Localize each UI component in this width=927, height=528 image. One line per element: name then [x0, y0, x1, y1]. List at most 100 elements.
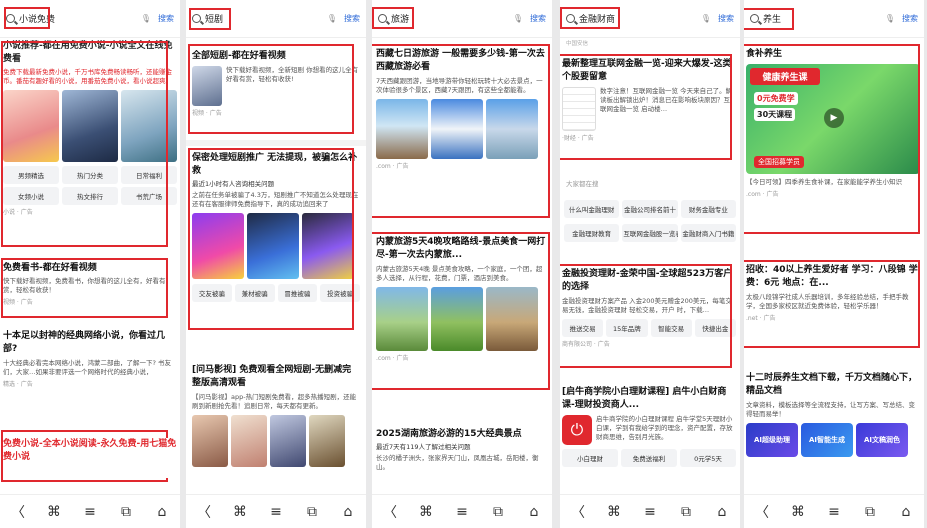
play-icon[interactable]: ▶: [824, 108, 844, 128]
result-title[interactable]: 2025湖南旅游必游的15大经典景点: [376, 428, 546, 441]
quick-link[interactable]: 书荒广场: [121, 187, 177, 205]
poster-image[interactable]: [231, 415, 267, 467]
result-card[interactable]: 免费看书-都在好看视频 快下载好看视频，免费看书，你想看的这儿全有，好看有赏，轻…: [3, 262, 177, 316]
command-icon[interactable]: ⌘: [230, 504, 250, 520]
mic-icon[interactable]: 🎙: [141, 14, 151, 23]
back-icon[interactable]: 〈: [752, 502, 772, 522]
mic-icon[interactable]: 🎙: [885, 14, 895, 23]
command-icon[interactable]: ⌘: [604, 504, 624, 520]
quick-link[interactable]: 15年品牌: [606, 319, 648, 337]
result-card[interactable]: 2025湖南旅游必游的15大经典景点 最近7天有119人了解过相关问题 长沙的橘…: [376, 428, 546, 488]
quick-link[interactable]: 快捷出金: [694, 319, 736, 337]
tabs-icon[interactable]: ⧉: [676, 504, 696, 520]
home-icon[interactable]: ⌂: [896, 504, 916, 520]
command-icon[interactable]: ⌘: [416, 504, 436, 520]
result-card[interactable]: 免费小说-全本小说阅读-永久免费-用七猫免费小说: [3, 438, 177, 478]
poster-image[interactable]: [192, 415, 228, 467]
quick-link[interactable]: 冒推被骗: [277, 284, 318, 302]
result-title[interactable]: [启牛商学院小白理财课程] 启牛小白财商课-理财投资商人...: [562, 386, 736, 412]
result-title[interactable]: 十二时辰养生文档下载，千万文档随心下，精品文档: [746, 372, 920, 398]
result-card[interactable]: 十本足以封神的经典网络小说，你看过几部? 十大经典必看完本网络小说，鸿蒙二部曲，…: [3, 330, 177, 426]
result-card[interactable]: 金融投资理财-金荣中国-全球超523万客户的选择 金融投资理财方案产品 入金20…: [562, 268, 736, 364]
related-search[interactable]: 金融理财教育: [564, 224, 620, 242]
video-thumbnail[interactable]: [192, 66, 222, 106]
search-button[interactable]: 搜索: [158, 13, 174, 24]
search-input[interactable]: 短剧: [205, 12, 323, 25]
result-card[interactable]: [启牛商学院小白理财课程] 启牛小白财商课-理财投资商人... ⏻ 启牛商学院的…: [562, 386, 736, 488]
command-icon[interactable]: ⌘: [788, 504, 808, 520]
back-icon[interactable]: 〈: [380, 502, 400, 522]
search-bar[interactable]: 短剧 🎙 搜索: [186, 0, 366, 38]
related-search[interactable]: 金融公司排名前十: [622, 200, 678, 218]
quick-link[interactable]: 男频精选: [3, 166, 59, 184]
book-cover[interactable]: [62, 90, 118, 162]
promo-image[interactable]: [192, 213, 244, 279]
ai-feature-tile[interactable]: AI智能生成: [801, 423, 853, 457]
poster-image[interactable]: [309, 415, 345, 467]
tabs-icon[interactable]: ⧉: [488, 504, 508, 520]
scenery-image[interactable]: [486, 99, 538, 159]
power-logo-icon[interactable]: ⏻: [562, 415, 592, 445]
search-bar[interactable]: 养生 🎙 搜索: [744, 0, 924, 38]
quick-link[interactable]: 交友被骗: [192, 284, 232, 302]
result-title[interactable]: [问马影视] 免费观看全网短剧-无删减完整版高清观看: [192, 364, 360, 390]
search-input[interactable]: 旅游: [391, 12, 509, 25]
mic-icon[interactable]: 🎙: [701, 14, 711, 23]
result-card[interactable]: 全部短剧-都在好看视频 快下载好看视频，全新短剧 你想看的这儿全有好看有赏，轻松…: [192, 50, 360, 134]
result-title[interactable]: 免费小说-全本小说阅读-永久免费-用七猫免费小说: [3, 438, 177, 464]
ai-feature-tile[interactable]: AI超级助理: [746, 423, 798, 457]
book-cover[interactable]: [3, 90, 59, 162]
quick-link[interactable]: 投资被骗: [320, 284, 360, 302]
menu-icon[interactable]: ≡: [452, 504, 472, 520]
tabs-icon[interactable]: ⧉: [116, 504, 136, 520]
search-button[interactable]: 搜索: [718, 13, 734, 24]
search-input[interactable]: 养生: [763, 12, 881, 25]
menu-icon[interactable]: ≡: [80, 504, 100, 520]
command-icon[interactable]: ⌘: [44, 504, 64, 520]
search-bar[interactable]: 金融财商 🎙 搜索: [560, 0, 740, 38]
tabs-icon[interactable]: ⧉: [860, 504, 880, 520]
result-card[interactable]: [问马影视] 免费观看全网短剧-无删减完整版高清观看 【问马影视】app-热门短…: [192, 364, 360, 486]
search-button[interactable]: 搜索: [902, 13, 918, 24]
result-title[interactable]: 金融投资理财-金荣中国-全球超523万客户的选择: [562, 268, 736, 294]
home-icon[interactable]: ⌂: [524, 504, 544, 520]
result-title[interactable]: 食补养生: [746, 48, 920, 61]
quick-link[interactable]: 兼材被骗: [234, 284, 275, 302]
promo-video[interactable]: 健康养生课 0元免费学 30天课程 全国招募学员 ▶: [746, 64, 920, 174]
home-icon[interactable]: ⌂: [152, 504, 172, 520]
quick-link[interactable]: 智能交易: [650, 319, 692, 337]
home-icon[interactable]: ⌂: [712, 504, 732, 520]
search-button[interactable]: 搜索: [530, 13, 546, 24]
search-input[interactable]: 小说免费: [19, 12, 137, 25]
result-title[interactable]: 最新整理互联网金融一览-迎来大爆发-这类个股要留意: [562, 58, 736, 84]
result-title[interactable]: 保密处理短剧推广 无法提现，被骗怎么补救: [192, 152, 360, 178]
poster-image[interactable]: [270, 415, 306, 467]
result-title[interactable]: 全部短剧-都在好看视频: [192, 50, 360, 63]
related-search[interactable]: 什么叫金融理财: [564, 200, 620, 218]
related-search[interactable]: 互联网金融股一览表: [622, 224, 678, 242]
result-title[interactable]: 西藏七日游旅游 一般需要多少钱-第一次去西藏旅游必看: [376, 48, 546, 74]
result-title[interactable]: 免费看书-都在好看视频: [3, 262, 177, 275]
scenery-image[interactable]: [486, 287, 538, 351]
mic-icon[interactable]: 🎙: [327, 14, 337, 23]
tabs-icon[interactable]: ⧉: [302, 504, 322, 520]
result-card[interactable]: 十二时辰养生文档下载，千万文档随心下，精品文档 文章资料，模板选择等全流程支持，…: [746, 372, 920, 488]
quick-link[interactable]: 日常福利: [121, 166, 177, 184]
back-icon[interactable]: 〈: [568, 502, 588, 522]
mic-icon[interactable]: 🎙: [513, 14, 523, 23]
home-icon[interactable]: ⌂: [338, 504, 358, 520]
result-title[interactable]: 内蒙旅游5天4晚攻略路线-景点美食一网打尽-第一次去内蒙旅...: [376, 236, 546, 262]
quick-link[interactable]: 女频小说: [3, 187, 59, 205]
promo-image[interactable]: [302, 213, 354, 279]
quick-link[interactable]: 热文排行: [62, 187, 118, 205]
result-card[interactable]: 最新整理互联网金融一览-迎来大爆发-这类个股要留意 数字注意！互联网金融一览 今…: [562, 58, 736, 158]
back-icon[interactable]: 〈: [194, 502, 214, 522]
menu-icon[interactable]: ≡: [640, 504, 660, 520]
scenery-image[interactable]: [431, 287, 483, 351]
quick-link[interactable]: 0元学5天: [680, 449, 736, 467]
result-title[interactable]: 招收：40以上养生爱好者 学习：八段锦 学费：6元 地点：在...: [746, 264, 920, 290]
scenery-image[interactable]: [376, 287, 428, 351]
result-card[interactable]: 小说推荐-都在用免费小说-小说全文在线免费看 免费下载最新免费小说，千万书库免费…: [3, 40, 177, 246]
quick-link[interactable]: 热门分类: [62, 166, 118, 184]
search-bar[interactable]: 旅游 🎙 搜索: [372, 0, 552, 38]
